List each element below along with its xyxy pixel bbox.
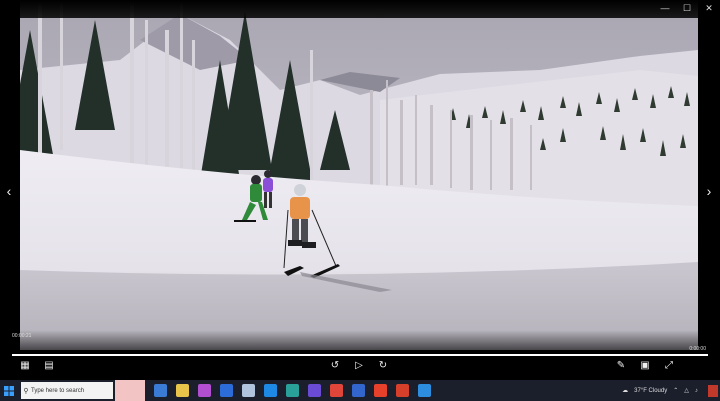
time-elapsed: 00:00:21 <box>12 333 32 339</box>
taskbar-app-icon[interactable] <box>264 384 277 397</box>
title-bar <box>0 0 720 18</box>
close-icon[interactable]: ✕ <box>698 0 720 16</box>
news-widget-icon[interactable] <box>115 380 145 401</box>
taskbar-app-icon[interactable] <box>418 384 431 397</box>
taskbar-app-icon[interactable] <box>308 384 321 397</box>
taskbar: ⚲ Type here to search <box>0 380 720 401</box>
volume-icon[interactable]: ♪ <box>695 388 698 394</box>
chevron-up-icon[interactable]: ⌃ <box>673 387 678 394</box>
taskbar-app-icon[interactable] <box>198 384 211 397</box>
next-icon[interactable]: › <box>702 180 716 202</box>
fullscreen-icon[interactable]: ⤢ <box>662 358 676 372</box>
taskbar-app-icon[interactable] <box>374 384 387 397</box>
minimize-icon[interactable]: — <box>654 0 676 16</box>
clock[interactable] <box>704 386 705 396</box>
taskbar-app-icon[interactable] <box>330 384 343 397</box>
play-icon[interactable]: ▷ <box>352 358 366 372</box>
taskbar-app-icon[interactable] <box>154 384 167 397</box>
ski-slope-scene <box>20 0 698 350</box>
progress-fill <box>12 354 708 356</box>
network-icon[interactable]: △ <box>684 387 689 394</box>
search-placeholder: Type here to search <box>31 387 85 394</box>
notification-icon[interactable] <box>708 384 718 397</box>
maximize-icon[interactable]: ☐ <box>676 0 698 16</box>
video-frame[interactable] <box>20 0 698 350</box>
windows-start-icon[interactable] <box>0 380 18 401</box>
taskbar-app-icon[interactable] <box>242 384 255 397</box>
taskbar-app-icon[interactable] <box>176 384 189 397</box>
subtitles-icon[interactable]: ▤ <box>42 358 56 372</box>
taskbar-app-icon[interactable] <box>220 384 233 397</box>
search-icon: ⚲ <box>23 387 29 395</box>
progress-bar[interactable] <box>12 354 708 356</box>
rewind-10-icon[interactable]: ↺ <box>328 358 342 372</box>
forward-30-icon[interactable]: ↻ <box>376 358 390 372</box>
video-player[interactable]: — ☐ ✕ ‹ › 00:00:21 0:00:00 ▦ ▤ ↺ ▷ ↻ ✎ ▣… <box>0 0 720 380</box>
time-remaining: 0:00:00 <box>689 346 706 352</box>
edit-icon[interactable]: ✎ <box>614 358 628 372</box>
miniplayer-icon[interactable]: ▣ <box>638 358 652 372</box>
weather-text[interactable]: 37°F Cloudy <box>634 388 667 394</box>
taskbar-search-input[interactable]: ⚲ Type here to search <box>21 382 113 399</box>
weather-icon[interactable]: ☁ <box>622 387 628 394</box>
playlist-icon[interactable]: ▦ <box>18 358 32 372</box>
previous-icon[interactable]: ‹ <box>2 180 16 202</box>
taskbar-app-icon[interactable] <box>286 384 299 397</box>
system-tray: ☁ 37°F Cloudy ⌃ △ ♪ <box>616 380 720 401</box>
taskbar-app-icon[interactable] <box>352 384 365 397</box>
taskbar-app-icon[interactable] <box>396 384 409 397</box>
window-controls: — ☐ ✕ <box>654 0 720 16</box>
